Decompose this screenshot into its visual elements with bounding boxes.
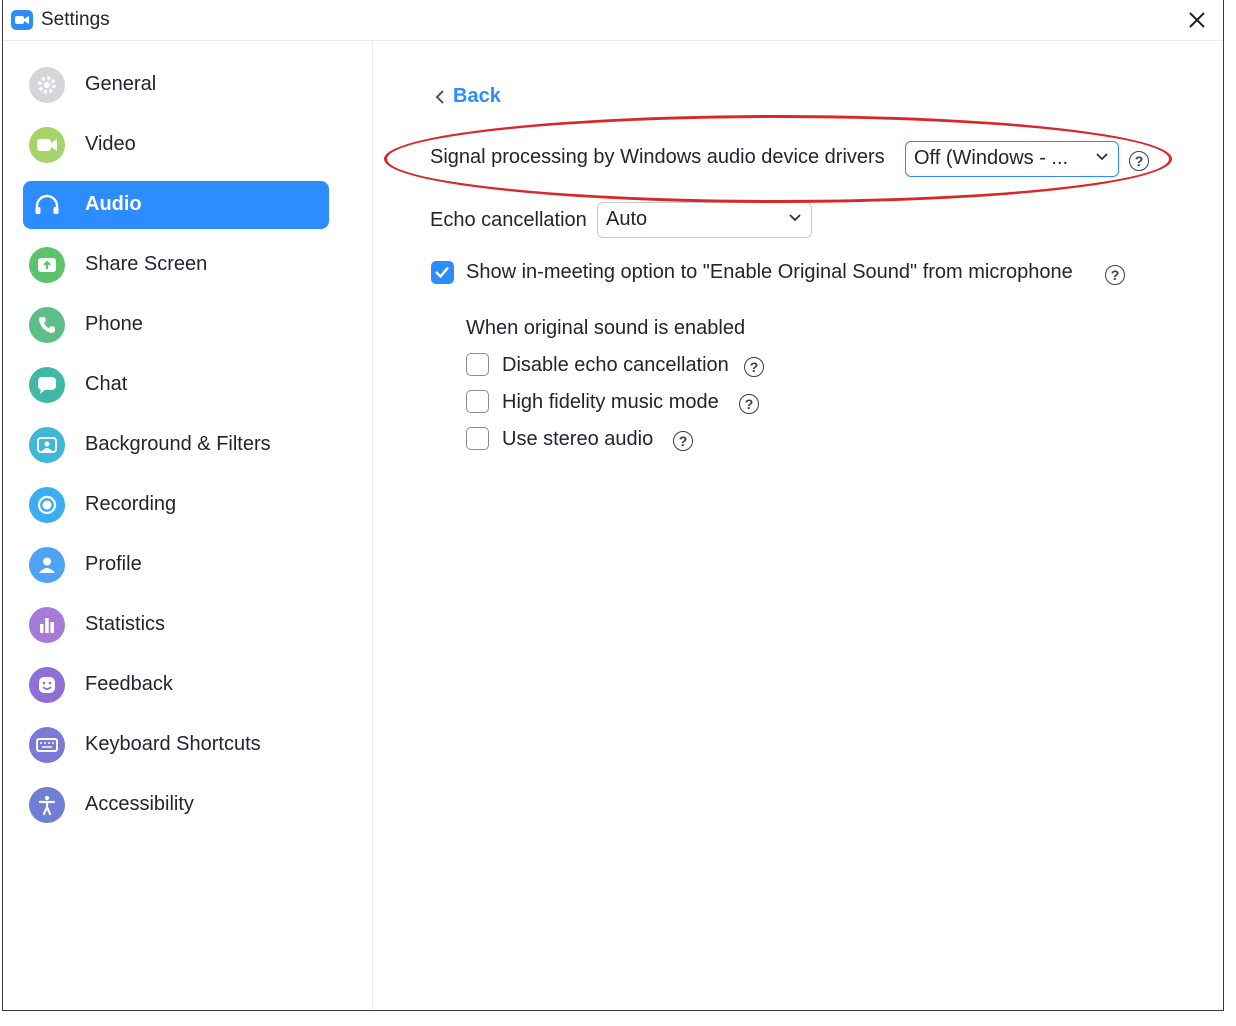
original-sound-option-label: Show in-meeting option to "Enable Origin… bbox=[466, 261, 1073, 283]
sidebar-item-background-filters[interactable]: Background & Filters bbox=[23, 421, 329, 469]
help-icon[interactable]: ? bbox=[673, 431, 693, 451]
echo-cancellation-label: Echo cancellation bbox=[430, 209, 587, 231]
original-sound-checkbox[interactable] bbox=[431, 261, 454, 284]
help-icon[interactable]: ? bbox=[1129, 151, 1149, 171]
zoom-app-icon bbox=[11, 10, 33, 30]
sidebar-item-label: Audio bbox=[85, 193, 142, 215]
stereo-audio-label: Use stereo audio bbox=[502, 428, 654, 450]
sidebar-item-label: Chat bbox=[85, 373, 128, 395]
sidebar-item-keyboard-shortcuts[interactable]: Keyboard Shortcuts bbox=[23, 721, 329, 769]
sidebar-item-label: Recording bbox=[85, 493, 177, 515]
sidebar-item-label: Video bbox=[85, 133, 136, 155]
sidebar-item-label: Keyboard Shortcuts bbox=[85, 733, 261, 755]
audio-settings-panel: Back Signal processing by Windows audio … bbox=[373, 41, 1223, 1009]
sidebar-item-video[interactable]: Video bbox=[23, 121, 329, 169]
sidebar-item-phone[interactable]: Phone bbox=[23, 301, 329, 349]
sidebar-item-label: Background & Filters bbox=[85, 433, 271, 455]
sidebar: General Video Audio Share Screen Phone C… bbox=[3, 41, 373, 1009]
sidebar-item-audio[interactable]: Audio bbox=[23, 181, 329, 229]
phone-icon bbox=[29, 307, 65, 343]
settings-window: Settings General Video Audio Share Scree… bbox=[2, 0, 1224, 1011]
sidebar-item-label: Statistics bbox=[85, 613, 166, 635]
chat-bubble-icon bbox=[29, 367, 65, 403]
high-fidelity-music-label: High fidelity music mode bbox=[502, 391, 719, 413]
chevron-down-icon bbox=[1096, 153, 1108, 161]
checkmark-icon bbox=[435, 266, 449, 279]
smiley-icon bbox=[29, 667, 65, 703]
sidebar-item-profile[interactable]: Profile bbox=[23, 541, 329, 589]
signal-processing-dropdown[interactable]: Off (Windows - ... bbox=[905, 141, 1119, 177]
sidebar-item-accessibility[interactable]: Accessibility bbox=[23, 781, 329, 829]
chevron-down-icon bbox=[789, 214, 801, 222]
close-icon[interactable] bbox=[1183, 6, 1211, 34]
sidebar-item-label: General bbox=[85, 73, 157, 95]
profile-icon bbox=[29, 547, 65, 583]
bar-chart-icon bbox=[29, 607, 65, 643]
signal-processing-value: Off (Windows - ... bbox=[914, 147, 1069, 169]
accessibility-icon bbox=[29, 787, 65, 823]
sidebar-item-label: Share Screen bbox=[85, 253, 208, 275]
chevron-left-icon bbox=[435, 89, 444, 104]
headphones-icon bbox=[29, 187, 65, 223]
disable-echo-cancellation-label: Disable echo cancellation bbox=[502, 354, 729, 376]
record-icon bbox=[29, 487, 65, 523]
help-icon[interactable]: ? bbox=[1105, 265, 1125, 285]
sidebar-item-label: Accessibility bbox=[85, 793, 194, 815]
share-screen-icon bbox=[29, 247, 65, 283]
help-icon[interactable]: ? bbox=[744, 357, 764, 377]
sidebar-item-feedback[interactable]: Feedback bbox=[23, 661, 329, 709]
background-icon bbox=[29, 427, 65, 463]
keyboard-icon bbox=[29, 727, 65, 763]
sidebar-item-label: Phone bbox=[85, 313, 143, 335]
sidebar-item-chat[interactable]: Chat bbox=[23, 361, 329, 409]
original-sound-heading: When original sound is enabled bbox=[466, 317, 746, 339]
title-bar: Settings bbox=[3, 0, 1223, 41]
gear-icon bbox=[29, 67, 65, 103]
sidebar-item-statistics[interactable]: Statistics bbox=[23, 601, 329, 649]
sidebar-item-label: Feedback bbox=[85, 673, 173, 695]
back-label: Back bbox=[453, 85, 501, 107]
echo-cancellation-value: Auto bbox=[606, 208, 648, 230]
stereo-audio-checkbox[interactable] bbox=[466, 427, 489, 450]
echo-cancellation-dropdown[interactable]: Auto bbox=[597, 202, 812, 238]
disable-echo-cancellation-checkbox[interactable] bbox=[466, 353, 489, 376]
high-fidelity-music-checkbox[interactable] bbox=[466, 390, 489, 413]
help-icon[interactable]: ? bbox=[739, 394, 759, 414]
sidebar-item-label: Profile bbox=[85, 553, 142, 575]
sidebar-item-recording[interactable]: Recording bbox=[23, 481, 329, 529]
video-camera-icon bbox=[29, 127, 65, 163]
sidebar-item-general[interactable]: General bbox=[23, 61, 329, 109]
sidebar-item-share-screen[interactable]: Share Screen bbox=[23, 241, 329, 289]
signal-processing-label: Signal processing by Windows audio devic… bbox=[430, 146, 885, 168]
window-title: Settings bbox=[41, 9, 110, 30]
back-link[interactable]: Back bbox=[435, 85, 501, 108]
